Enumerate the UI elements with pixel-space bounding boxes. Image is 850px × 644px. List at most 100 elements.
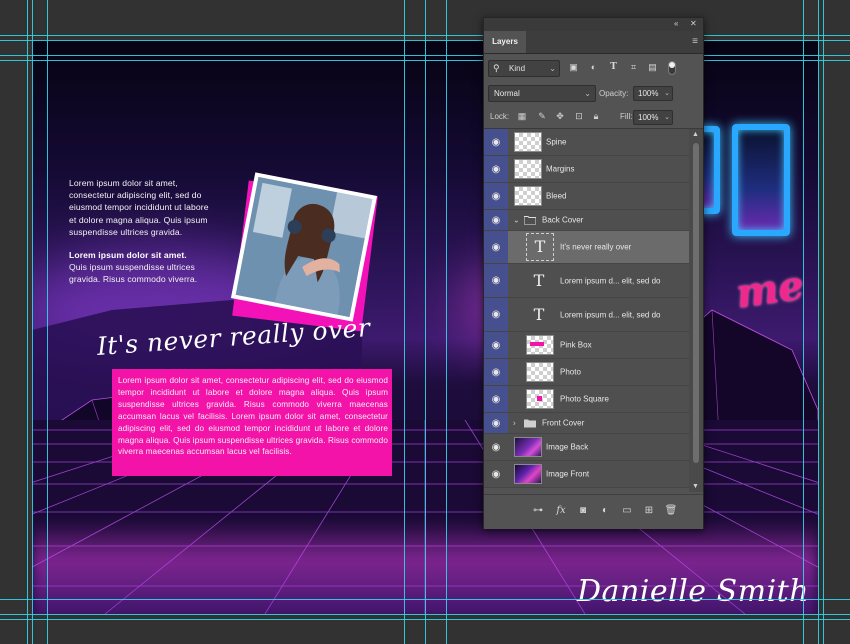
lock-transparent-icon[interactable]: ▦ (516, 110, 528, 122)
layer-group-front-cover[interactable]: ◉ › Front Cover (484, 413, 689, 434)
visibility-eye-icon[interactable]: ◉ (484, 231, 508, 263)
layer-name[interactable]: Lorem ipsum d... elit, sed do (560, 276, 661, 285)
chevron-down-icon[interactable]: ⌄ (513, 216, 520, 225)
close-panel-icon[interactable]: ✕ (690, 19, 697, 28)
guide-vertical[interactable] (27, 0, 28, 644)
link-layers-icon[interactable]: ⊶ (531, 504, 545, 518)
layer-name[interactable]: Bleed (546, 192, 566, 201)
layers-list[interactable]: ◉ Spine ◉ Margins ◉ Bleed ◉ ⌄ Back Cover… (484, 129, 689, 492)
blend-row: Normal ⌄ Opacity: 100% ⌄ (484, 82, 703, 104)
fill-input[interactable]: 100% ⌄ (633, 110, 673, 125)
layer-name[interactable]: Back Cover (542, 216, 583, 225)
layer-name[interactable]: Image Front (546, 470, 589, 479)
visibility-eye-icon[interactable]: ◉ (484, 434, 508, 460)
neon-letter-block-right (732, 124, 790, 236)
guide-horizontal[interactable] (0, 60, 850, 61)
guide-vertical[interactable] (404, 0, 405, 644)
visibility-eye-icon[interactable]: ◉ (484, 298, 508, 331)
chevron-down-icon: ⌄ (549, 64, 556, 73)
visibility-eye-icon[interactable]: ◉ (484, 129, 508, 155)
layer-name[interactable]: Pink Box (560, 341, 592, 350)
layer-row-spine[interactable]: ◉ Spine (484, 129, 689, 156)
guide-vertical[interactable] (446, 0, 447, 644)
layer-name[interactable]: Lorem ipsum d... elit, sed do (560, 310, 661, 319)
scroll-thumb[interactable] (693, 143, 699, 463)
delete-layer-icon[interactable]: 🗑︎ (664, 504, 678, 518)
guide-horizontal[interactable] (0, 35, 850, 36)
new-layer-icon[interactable]: ⊞ (642, 504, 656, 518)
layer-row-script-title[interactable]: ◉ T It's never really over (484, 231, 689, 264)
filter-toggle-icon[interactable] (668, 61, 676, 75)
fx-icon[interactable]: fx (554, 504, 568, 518)
layer-name[interactable]: Photo (560, 368, 581, 377)
pink-box: Lorem ipsum dolor sit amet, consectetur … (112, 369, 392, 476)
folder-icon (524, 216, 536, 225)
collapse-panel-icon[interactable]: « (674, 19, 678, 28)
guide-vertical[interactable] (47, 0, 48, 644)
lock-artboard-icon[interactable]: ⊡ (573, 110, 585, 122)
layer-row-text-2[interactable]: ◉ T Lorem ipsum d... elit, sed do (484, 298, 689, 332)
text-layer-icon: T (526, 233, 554, 261)
visibility-eye-icon[interactable]: ◉ (484, 156, 508, 182)
layer-name[interactable]: Spine (546, 138, 566, 147)
layer-group-back-cover[interactable]: ◉ ⌄ Back Cover (484, 210, 689, 231)
layer-name[interactable]: Image Back (546, 443, 588, 452)
shape-filter-icon[interactable]: ⌗ (628, 62, 639, 73)
opacity-input[interactable]: 100% ⌄ (633, 86, 673, 101)
smart-object-filter-icon[interactable]: ▤ (647, 62, 658, 73)
guide-horizontal[interactable] (0, 40, 850, 41)
new-group-icon[interactable]: ▭ (620, 504, 634, 518)
guide-horizontal[interactable] (0, 599, 850, 600)
visibility-eye-icon[interactable]: ◉ (484, 386, 508, 412)
chevron-down-icon[interactable]: ⌄ (664, 111, 670, 124)
chevron-down-icon[interactable]: ⌄ (664, 87, 670, 100)
guide-horizontal[interactable] (0, 614, 850, 615)
adjustment-layer-icon[interactable]: ◐ (598, 504, 612, 518)
guide-vertical[interactable] (823, 0, 824, 644)
guide-horizontal[interactable] (0, 619, 850, 620)
lock-position-icon[interactable]: ✥ (554, 110, 566, 122)
layer-row-photo-square[interactable]: ◉ Photo Square (484, 386, 689, 413)
guide-vertical[interactable] (425, 0, 426, 644)
blend-mode-dropdown[interactable]: Normal ⌄ (488, 85, 596, 102)
layer-row-bleed[interactable]: ◉ Bleed (484, 183, 689, 210)
panel-menu-icon[interactable]: ≡ (692, 36, 698, 47)
visibility-eye-icon[interactable]: ◉ (484, 183, 508, 209)
guide-vertical[interactable] (32, 0, 33, 644)
panel-title-strip[interactable]: « ✕ (484, 18, 703, 31)
layer-row-text-1[interactable]: ◉ T Lorem ipsum d... elit, sed do (484, 264, 689, 298)
guide-horizontal[interactable] (0, 55, 850, 56)
visibility-eye-icon[interactable]: ◉ (484, 332, 508, 358)
layers-scrollbar[interactable]: ▲ ▼ (689, 129, 703, 492)
lock-all-icon[interactable]: 🔒︎ (590, 110, 602, 122)
scroll-down-icon[interactable]: ▼ (692, 483, 699, 490)
visibility-eye-icon[interactable]: ◉ (484, 413, 508, 433)
paragraph-2-heading: Lorem ipsum dolor sit amet. (69, 250, 187, 260)
layer-name[interactable]: Margins (546, 165, 574, 174)
text-layer-icon: T (533, 304, 545, 324)
chevron-right-icon[interactable]: › (513, 419, 516, 428)
image-filter-icon[interactable]: ▣ (568, 62, 579, 73)
layer-row-margins[interactable]: ◉ Margins (484, 156, 689, 183)
visibility-eye-icon[interactable]: ◉ (484, 359, 508, 385)
filter-kind-dropdown[interactable]: ⚲ Kind ⌄ (488, 60, 560, 77)
layer-row-photo[interactable]: ◉ Photo (484, 359, 689, 386)
tab-layers[interactable]: Layers (484, 31, 526, 53)
layer-row-image-front[interactable]: ◉ Image Front (484, 461, 689, 488)
type-filter-icon[interactable]: T (608, 62, 619, 73)
visibility-eye-icon[interactable]: ◉ (484, 461, 508, 487)
layer-name[interactable]: Front Cover (542, 419, 584, 428)
guide-vertical[interactable] (803, 0, 804, 644)
lock-image-icon[interactable]: ✎ (536, 110, 548, 122)
visibility-eye-icon[interactable]: ◉ (484, 264, 508, 297)
layer-row-image-back[interactable]: ◉ Image Back (484, 434, 689, 461)
layer-name[interactable]: It's never really over (560, 243, 631, 252)
adjustment-filter-icon[interactable]: ◐ (588, 62, 599, 73)
scroll-up-icon[interactable]: ▲ (692, 131, 699, 138)
layer-row-pink-box[interactable]: ◉ Pink Box (484, 332, 689, 359)
layer-name[interactable]: Photo Square (560, 395, 609, 404)
add-mask-icon[interactable]: ◙ (576, 504, 590, 518)
visibility-eye-icon[interactable]: ◉ (484, 210, 508, 230)
lock-row: Lock: ▦ ✎ ✥ ⊡ 🔒︎ Fill: 100% ⌄ (484, 106, 703, 129)
guide-vertical[interactable] (818, 0, 819, 644)
